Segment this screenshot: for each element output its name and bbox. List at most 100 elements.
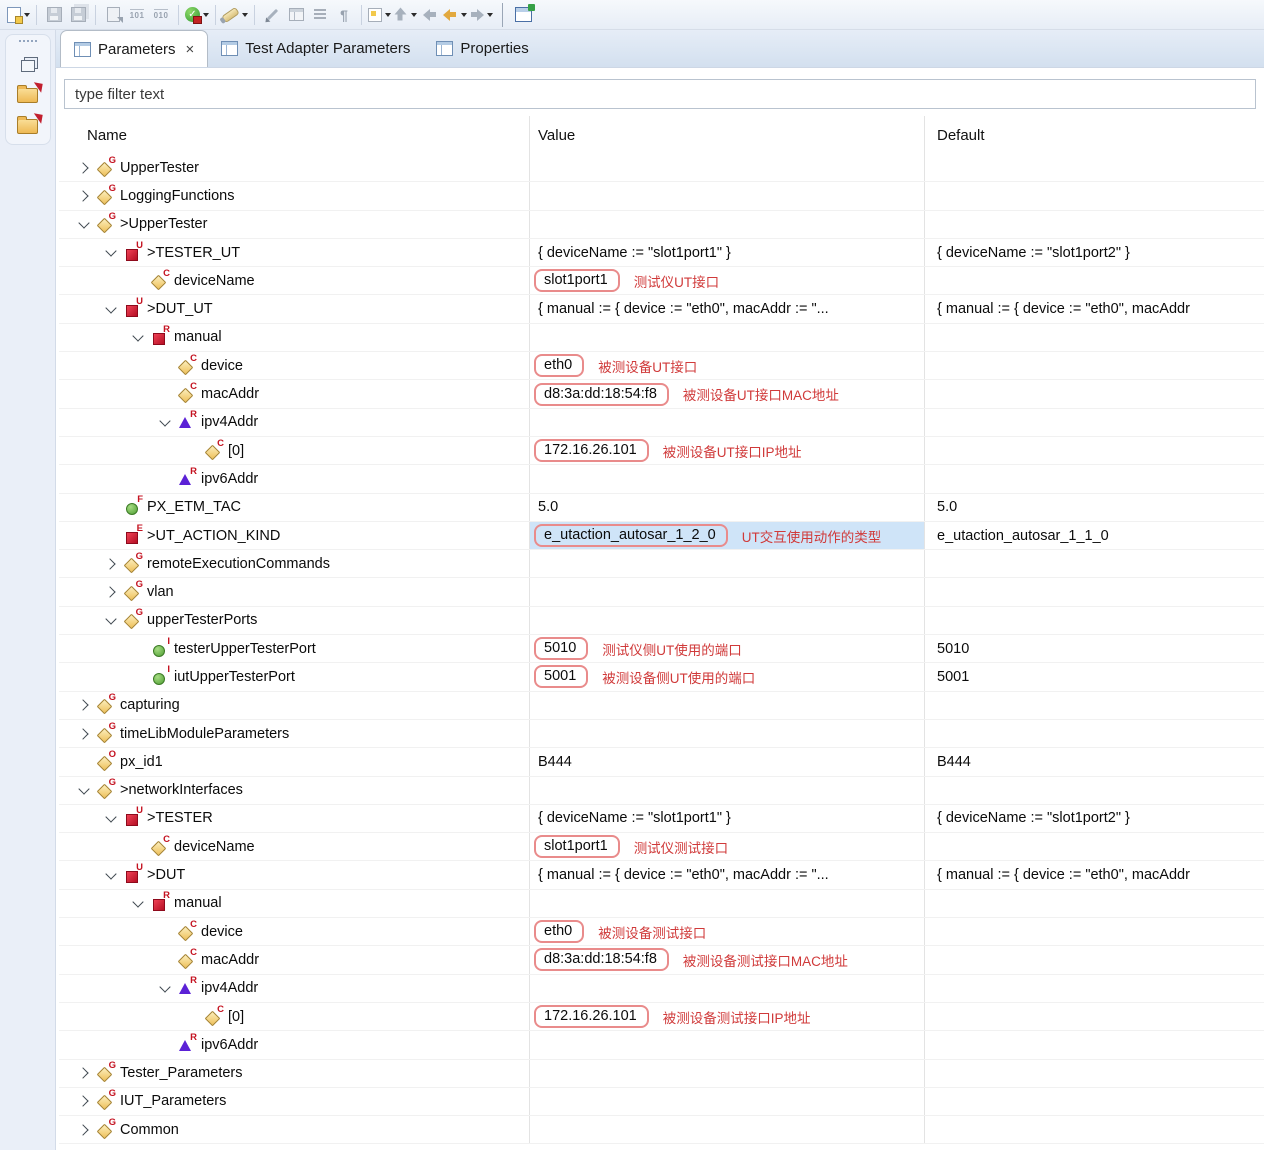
param-default-cell[interactable] <box>924 1003 1264 1030</box>
table-row[interactable]: GTester_Parameters <box>59 1060 1264 1088</box>
table-row[interactable]: CdeviceNameslot1port1测试仪测试接口 <box>59 833 1264 861</box>
table-row[interactable]: Ripv4Addr <box>59 409 1264 437</box>
table-row[interactable]: ItesterUpperTesterPort5010测试仪侧UT使用的端口501… <box>59 635 1264 663</box>
param-default-cell[interactable] <box>924 409 1264 436</box>
param-default-cell[interactable] <box>924 1060 1264 1087</box>
table-row[interactable]: G>UpperTester <box>59 211 1264 239</box>
param-value-cell[interactable]: { manual := { device := "eth0", macAddr … <box>529 295 924 322</box>
column-header-default[interactable]: Default <box>924 116 1264 154</box>
expand-arrow-collapsed[interactable] <box>74 1122 94 1138</box>
tab-test-adapter-parameters[interactable]: Test Adapter Parameters <box>208 30 423 67</box>
table-row[interactable]: G>networkInterfaces <box>59 777 1264 805</box>
param-default-cell[interactable]: { deviceName := "slot1port2" } <box>924 239 1264 266</box>
expand-arrow-collapsed[interactable] <box>74 188 94 204</box>
param-value-cell[interactable] <box>529 607 924 634</box>
binary-view-2-button[interactable]: 010 <box>150 3 172 27</box>
expand-arrow-collapsed[interactable] <box>101 556 121 572</box>
expand-arrow-collapsed[interactable] <box>74 1093 94 1109</box>
param-default-cell[interactable] <box>924 465 1264 492</box>
param-value-cell[interactable] <box>529 324 924 351</box>
expand-arrow-collapsed[interactable] <box>74 697 94 713</box>
binary-view-1-button[interactable]: 101 <box>126 3 148 27</box>
param-default-cell[interactable]: { deviceName := "slot1port2" } <box>924 805 1264 832</box>
param-value-cell[interactable]: 172.16.26.101被测设备UT接口IP地址 <box>529 437 924 464</box>
param-default-cell[interactable] <box>924 1088 1264 1115</box>
param-default-cell[interactable] <box>924 550 1264 577</box>
param-value-cell[interactable] <box>529 1031 924 1058</box>
table-row[interactable]: U>TESTER{ deviceName := "slot1port1" }{ … <box>59 805 1264 833</box>
param-value-cell[interactable] <box>529 578 924 605</box>
save-button[interactable] <box>43 3 65 27</box>
outline-list-button[interactable] <box>309 3 331 27</box>
new-wizard-button[interactable] <box>7 3 30 27</box>
param-default-cell[interactable]: { manual := { device := "eth0", macAddr <box>924 295 1264 322</box>
param-default-cell[interactable] <box>924 211 1264 238</box>
param-value-cell[interactable]: d8:3a:dd:18:54:f8被测设备UT接口MAC地址 <box>529 380 924 407</box>
table-row[interactable]: FPX_ETM_TAC5.05.0 <box>59 494 1264 522</box>
clear-highlight-dropdown-icon[interactable] <box>242 13 248 17</box>
edit-pen-button[interactable] <box>261 3 283 27</box>
param-value-cell[interactable]: eth0被测设备测试接口 <box>529 918 924 945</box>
param-value-cell[interactable]: slot1port1测试仪测试接口 <box>529 833 924 860</box>
table-row[interactable]: Cdeviceeth0被测设备测试接口 <box>59 918 1264 946</box>
table-row[interactable]: U>DUT{ manual := { device := "eth0", mac… <box>59 861 1264 889</box>
param-value-cell[interactable] <box>529 1116 924 1143</box>
param-value-cell[interactable]: d8:3a:dd:18:54:f8被测设备测试接口MAC地址 <box>529 946 924 973</box>
expand-arrow-expanded[interactable] <box>155 414 175 430</box>
mark-occurrences-dropdown-icon[interactable] <box>385 13 391 17</box>
param-value-cell[interactable]: eth0被测设备UT接口 <box>529 352 924 379</box>
param-value-cell[interactable] <box>529 890 924 917</box>
expand-arrow-expanded[interactable] <box>101 612 121 628</box>
table-row[interactable]: CmacAddrd8:3a:dd:18:54:f8被测设备UT接口MAC地址 <box>59 380 1264 408</box>
param-value-cell[interactable]: { manual := { device := "eth0", macAddr … <box>529 861 924 888</box>
table-row[interactable]: Gcapturing <box>59 692 1264 720</box>
param-default-cell[interactable]: 5010 <box>924 635 1264 662</box>
table-row[interactable]: GUpperTester <box>59 154 1264 182</box>
table-row[interactable]: E>UT_ACTION_KINDe_utaction_autosar_1_2_0… <box>59 522 1264 550</box>
param-default-cell[interactable] <box>924 692 1264 719</box>
param-default-cell[interactable] <box>924 1116 1264 1143</box>
param-default-cell[interactable] <box>924 437 1264 464</box>
back-disabled-button[interactable] <box>419 3 441 27</box>
param-default-cell[interactable] <box>924 352 1264 379</box>
param-value-cell[interactable] <box>529 777 924 804</box>
param-value-cell[interactable] <box>529 182 924 209</box>
forward-dropdown-icon[interactable] <box>487 13 493 17</box>
param-default-cell[interactable] <box>924 777 1264 804</box>
param-default-cell[interactable]: { manual := { device := "eth0", macAddr <box>924 861 1264 888</box>
expand-arrow-expanded[interactable] <box>101 301 121 317</box>
table-row[interactable]: C[0]172.16.26.101被测设备测试接口IP地址 <box>59 1003 1264 1031</box>
load-parameters-2-icon[interactable] <box>17 119 38 134</box>
table-row[interactable]: GCommon <box>59 1116 1264 1144</box>
param-default-cell[interactable] <box>924 578 1264 605</box>
param-default-cell[interactable] <box>924 154 1264 181</box>
last-edit-location-button[interactable] <box>393 3 417 27</box>
param-default-cell[interactable] <box>924 918 1264 945</box>
param-value-cell[interactable] <box>529 409 924 436</box>
table-row[interactable]: GtimeLibModuleParameters <box>59 720 1264 748</box>
param-default-cell[interactable]: 5001 <box>924 663 1264 690</box>
param-default-cell[interactable] <box>924 833 1264 860</box>
expand-arrow-expanded[interactable] <box>74 216 94 232</box>
show-whitespace-button[interactable]: ¶ <box>333 3 355 27</box>
save-all-button[interactable] <box>67 3 89 27</box>
table-row[interactable]: U>DUT_UT{ manual := { device := "eth0", … <box>59 295 1264 323</box>
mark-occurrences-button[interactable] <box>368 3 391 27</box>
param-value-cell[interactable] <box>529 975 924 1002</box>
param-value-cell[interactable]: B444 <box>529 748 924 775</box>
param-value-cell[interactable] <box>529 465 924 492</box>
param-value-cell[interactable]: { deviceName := "slot1port1" } <box>529 239 924 266</box>
table-row[interactable]: GupperTesterPorts <box>59 607 1264 635</box>
expand-arrow-collapsed[interactable] <box>101 584 121 600</box>
param-default-cell[interactable] <box>924 1031 1264 1058</box>
param-default-cell[interactable] <box>924 324 1264 351</box>
table-row[interactable]: Gvlan <box>59 578 1264 606</box>
param-default-cell[interactable] <box>924 975 1264 1002</box>
last-edit-location-dropdown-icon[interactable] <box>411 13 417 17</box>
expand-arrow-expanded[interactable] <box>155 980 175 996</box>
table-row[interactable]: GLoggingFunctions <box>59 182 1264 210</box>
table-row[interactable]: CmacAddrd8:3a:dd:18:54:f8被测设备测试接口MAC地址 <box>59 946 1264 974</box>
table-row[interactable]: U>TESTER_UT{ deviceName := "slot1port1" … <box>59 239 1264 267</box>
param-value-cell[interactable]: 5.0 <box>529 494 924 521</box>
param-default-cell[interactable] <box>924 946 1264 973</box>
